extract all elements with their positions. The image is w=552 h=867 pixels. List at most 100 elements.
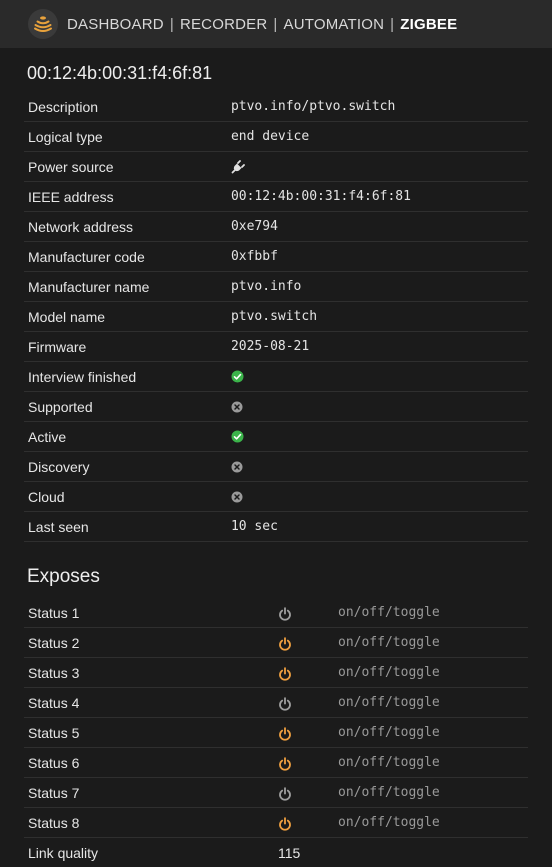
link-quality-value: 115 (278, 838, 528, 867)
power-icon[interactable] (278, 607, 292, 621)
info-row-model-name: Model nameptvo.switch (24, 302, 528, 332)
info-row-logical-type: Logical typeend device (24, 122, 528, 152)
expose-hint: on/off/toggle (338, 778, 528, 808)
expose-hint: on/off/toggle (338, 748, 528, 778)
info-label: Manufacturer code (24, 242, 231, 272)
power-icon[interactable] (278, 697, 292, 711)
info-label: Logical type (24, 122, 231, 152)
info-label: Firmware (24, 332, 231, 362)
nav-separator: | (170, 16, 174, 33)
expose-label: Status 5 (24, 718, 278, 748)
info-row-active: Active (24, 422, 528, 452)
expose-toggle-cell (278, 688, 338, 718)
expose-row-status-2: Status 2 on/off/toggle (24, 628, 528, 658)
power-icon[interactable] (278, 757, 292, 771)
info-value: end device (231, 122, 528, 152)
info-label: Supported (24, 392, 231, 422)
expose-row-status-4: Status 4 on/off/toggle (24, 688, 528, 718)
info-value-icon (231, 452, 528, 482)
expose-label: Status 1 (24, 598, 278, 628)
expose-hint: on/off/toggle (338, 658, 528, 688)
info-label: Active (24, 422, 231, 452)
info-row-description: Descriptionptvo.info/ptvo.switch (24, 92, 528, 122)
info-row-supported: Supported (24, 392, 528, 422)
info-value: 10 sec (231, 512, 528, 542)
expose-hint: on/off/toggle (338, 688, 528, 718)
info-value-icon (231, 392, 528, 422)
x-circle-icon (231, 491, 243, 503)
device-info-table: Descriptionptvo.info/ptvo.switchLogical … (24, 92, 528, 542)
info-value-icon (231, 482, 528, 512)
info-label: Interview finished (24, 362, 231, 392)
info-label: Discovery (24, 452, 231, 482)
home-logo-icon[interactable] (28, 9, 58, 39)
check-circle-icon (231, 370, 244, 383)
info-label: IEEE address (24, 182, 231, 212)
expose-label: Status 2 (24, 628, 278, 658)
info-label: Network address (24, 212, 231, 242)
expose-row-status-7: Status 7on/off/toggle (24, 778, 528, 808)
expose-toggle-cell (278, 778, 338, 808)
info-value-icon (231, 422, 528, 452)
info-row-discovery: Discovery (24, 452, 528, 482)
info-value: ptvo.info/ptvo.switch (231, 92, 528, 122)
power-icon[interactable] (278, 727, 292, 741)
info-row-last-seen: Last seen10 sec (24, 512, 528, 542)
expose-hint: on/off/toggle (338, 718, 528, 748)
info-row-manufacturer-name: Manufacturer nameptvo.info (24, 272, 528, 302)
expose-label: Status 4 (24, 688, 278, 718)
expose-row-status-6: Status 6 on/off/toggle (24, 748, 528, 778)
nav-dashboard[interactable]: DASHBOARD (67, 16, 164, 33)
nav-zigbee[interactable]: ZIGBEE (400, 16, 457, 33)
info-value: 00:12:4b:00:31:f4:6f:81 (231, 182, 528, 212)
expose-toggle-cell (278, 628, 338, 658)
expose-label: Status 3 (24, 658, 278, 688)
info-value: ptvo.switch (231, 302, 528, 332)
expose-row-status-1: Status 1 on/off/toggle (24, 598, 528, 628)
top-bar: DASHBOARD | RECORDER | AUTOMATION | ZIGB… (0, 0, 552, 48)
info-row-power-source: Power source (24, 152, 528, 182)
expose-toggle-cell (278, 718, 338, 748)
info-label: Power source (24, 152, 231, 182)
info-value: 0xfbbf (231, 242, 528, 272)
plug-icon (231, 160, 245, 174)
expose-hint: on/off/toggle (338, 808, 528, 838)
main-content: 00:12:4b:00:31:f4:6f:81 Descriptionptvo.… (0, 62, 552, 867)
exposes-title: Exposes (27, 564, 528, 590)
x-circle-icon (231, 461, 243, 473)
device-title: 00:12:4b:00:31:f4:6f:81 (27, 62, 528, 84)
info-label: Model name (24, 302, 231, 332)
expose-toggle-cell (278, 748, 338, 778)
info-row-manufacturer-code: Manufacturer code0xfbbf (24, 242, 528, 272)
check-circle-icon (231, 430, 244, 443)
info-value-icon (231, 362, 528, 392)
info-row-network-address: Network address0xe794 (24, 212, 528, 242)
info-value: 2025-08-21 (231, 332, 528, 362)
info-value-icon (231, 152, 528, 182)
nav-automation[interactable]: AUTOMATION (284, 16, 385, 33)
expose-label: Status 6 (24, 748, 278, 778)
power-icon[interactable] (278, 817, 292, 831)
expose-row-status-3: Status 3 on/off/toggle (24, 658, 528, 688)
expose-label: Status 8 (24, 808, 278, 838)
info-value: ptvo.info (231, 272, 528, 302)
expose-label: Link quality (24, 838, 278, 867)
info-label: Last seen (24, 512, 231, 542)
power-icon[interactable] (278, 787, 292, 801)
info-row-interview-finished: Interview finished (24, 362, 528, 392)
info-row-firmware: Firmware2025-08-21 (24, 332, 528, 362)
exposes-table: Status 1 on/off/toggle Status 2 on/off/togg… (24, 598, 528, 867)
nav-separator: | (273, 16, 277, 33)
nav-separator: | (390, 16, 394, 33)
expose-row-status-5: Status 5 on/off/toggle (24, 718, 528, 748)
expose-toggle-cell (278, 808, 338, 838)
expose-row-status-8: Status 8 on/off/toggle (24, 808, 528, 838)
expose-toggle-cell (278, 598, 338, 628)
power-icon[interactable] (278, 637, 292, 651)
nav-recorder[interactable]: RECORDER (180, 16, 267, 33)
expose-toggle-cell (278, 658, 338, 688)
expose-hint: on/off/toggle (338, 598, 528, 628)
expose-hint: on/off/toggle (338, 628, 528, 658)
power-icon[interactable] (278, 667, 292, 681)
info-label: Cloud (24, 482, 231, 512)
